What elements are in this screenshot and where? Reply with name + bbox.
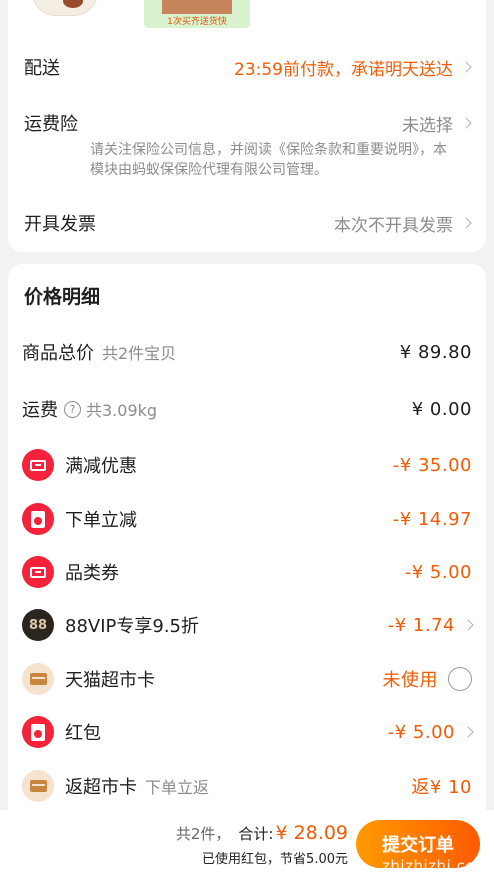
total-label: 合计: [238, 825, 274, 843]
total-amount: ¥ 28.09 [275, 822, 348, 844]
cashback-card-label: 返超市卡 [65, 777, 137, 798]
full-reduction-value: -¥ 35.00 [392, 454, 472, 476]
vip-discount-value: -¥ 1.74 [387, 614, 455, 636]
order-options-card: 1次买齐送货快 配送 23:59前付款，承诺明天送达 运费险 未选择 请关注保险… [8, 0, 486, 252]
product-thumbnail-caption: 1次买齐送货快 [167, 17, 227, 27]
shipping-insurance-label: 运费险 [24, 114, 78, 135]
product-thumbnail-gift[interactable] [32, 0, 98, 16]
chevron-right-icon [462, 619, 474, 631]
supermarket-card-radio[interactable] [448, 667, 472, 691]
savings-note: 已使用红包，节省5.00元 [202, 852, 348, 867]
red-envelope-icon [22, 716, 54, 748]
red-packet-value: -¥ 5.00 [387, 721, 455, 743]
coupon-ticket-icon [22, 556, 54, 588]
delivery-value: 23:59前付款，承诺明天送达 [234, 59, 453, 80]
goods-total-value: ¥ 89.80 [399, 341, 472, 363]
cashback-card-row: 返超市卡 下单立返 返¥ 10 [22, 766, 472, 806]
watermark: zhizhizhi.com [382, 857, 490, 875]
price-detail-title: 价格明细 [24, 286, 101, 308]
invoice-row[interactable]: 开具发票 本次不开具发票 [24, 208, 472, 238]
supermarket-card-row[interactable]: 天猫超市卡 未使用 [22, 659, 472, 699]
product-image [162, 0, 232, 14]
order-reduction-row: 下单立减 -¥ 14.97 [22, 499, 472, 539]
wallet-card-icon [22, 663, 54, 695]
shipping-fee-label: 运费 [22, 400, 58, 421]
chevron-right-icon [460, 217, 472, 229]
cashback-card-value: 返¥ 10 [411, 777, 472, 798]
price-detail-card: 价格明细 商品总价 共2件宝贝 ¥ 89.80 运费 ? 共3.09kg ¥ 0… [8, 264, 486, 824]
item-count: 共2件， [175, 825, 231, 843]
delivery-label: 配送 [24, 58, 60, 79]
help-icon[interactable]: ? [64, 400, 81, 418]
shipping-fee-row: 运费 ? 共3.09kg ¥ 0.00 [22, 389, 472, 429]
category-coupon-label: 品类券 [65, 563, 119, 584]
shipping-fee-value: ¥ 0.00 [411, 398, 472, 420]
chevron-right-icon [462, 726, 474, 738]
vip-discount-label: 88VIP专享9.5折 [65, 616, 200, 637]
category-coupon-value: -¥ 5.00 [404, 561, 472, 583]
vip-88-icon: 88 [22, 609, 54, 641]
product-thumbnail-snack[interactable]: 1次买齐送货快 [144, 0, 250, 28]
checkout-summary: 共2件， 合计: ¥ 28.09 [176, 822, 348, 844]
supermarket-card-label: 天猫超市卡 [65, 670, 155, 691]
full-reduction-label: 满减优惠 [65, 456, 137, 477]
goods-total-row: 商品总价 共2件宝贝 ¥ 89.80 [22, 332, 472, 372]
goods-total-count: 共2件宝贝 [102, 344, 177, 363]
order-reduction-label: 下单立减 [65, 510, 137, 531]
coupon-ticket-icon [22, 449, 54, 481]
supermarket-card-status: 未使用 [382, 670, 438, 691]
insurance-note: 请关注保险公司信息，并阅读《保险条款和重要说明》，本模块由蚂蚁保保险代理有限公司… [90, 142, 447, 178]
invoice-label: 开具发票 [24, 214, 96, 235]
order-reduction-value: -¥ 14.97 [392, 508, 472, 530]
checkout-bar: 共2件， 合计: ¥ 28.09 已使用红包，节省5.00元 提交订单 zhiz… [0, 810, 494, 885]
goods-total-label: 商品总价 [22, 343, 94, 364]
product-thumbnails: 1次买齐送货快 [8, 0, 268, 30]
chevron-right-icon [460, 117, 472, 129]
shipping-insurance-value: 未选择 [402, 115, 453, 136]
red-packet-row[interactable]: 红包 -¥ 5.00 [22, 712, 474, 752]
cashback-icon [22, 770, 54, 802]
category-coupon-row: 品类券 -¥ 5.00 [22, 552, 472, 592]
chevron-right-icon [460, 61, 472, 73]
full-reduction-row: 满减优惠 -¥ 35.00 [22, 445, 472, 485]
shipping-weight: 共3.09kg [86, 401, 158, 420]
red-packet-label: 红包 [65, 723, 101, 744]
delivery-row[interactable]: 配送 23:59前付款，承诺明天送达 [24, 52, 472, 82]
invoice-value: 本次不开具发票 [334, 215, 453, 236]
vip-discount-row[interactable]: 88 88VIP专享9.5折 -¥ 1.74 [22, 605, 474, 645]
red-envelope-icon [22, 503, 54, 535]
cashback-card-sub: 下单立返 [145, 778, 210, 797]
shipping-insurance-row[interactable]: 运费险 未选择 [24, 108, 472, 138]
